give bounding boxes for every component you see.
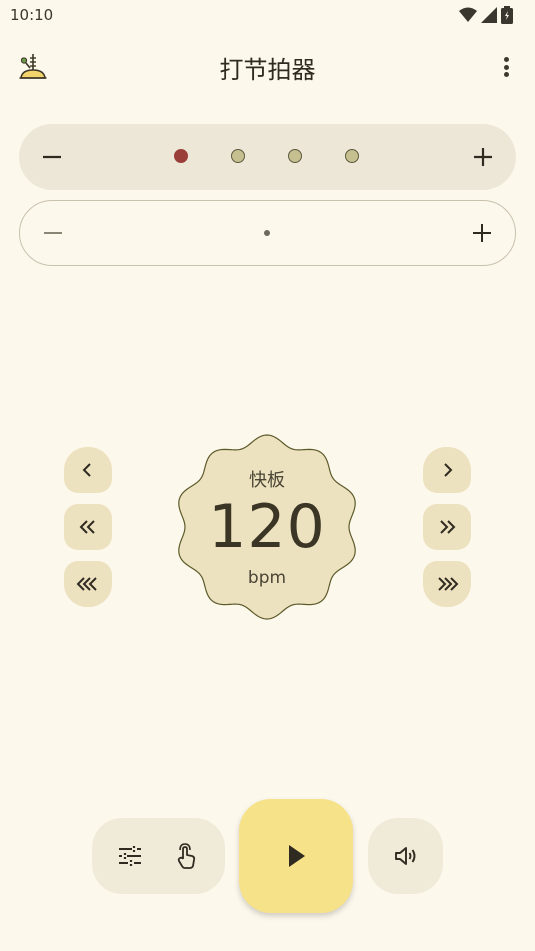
battery-icon — [501, 6, 513, 24]
beat-dot[interactable] — [345, 149, 359, 163]
plus-icon — [474, 148, 492, 166]
more-vert-icon — [504, 57, 509, 62]
tap-icon — [177, 843, 196, 869]
subdivision-selector — [19, 200, 516, 266]
tap-tempo-button[interactable] — [172, 842, 200, 870]
minus-icon — [43, 155, 61, 159]
double-chevron-left-icon — [79, 520, 95, 534]
chevron-right-icon — [444, 463, 453, 477]
tempo-value: 120 — [208, 492, 326, 562]
tempo-unit: bpm — [247, 568, 287, 588]
plus-icon — [473, 224, 491, 242]
wifi-icon — [459, 7, 477, 22]
beat-dot[interactable] — [231, 149, 245, 163]
tempo-dial[interactable]: 快板 120 bpm — [168, 428, 366, 626]
add-beat-button[interactable] — [450, 124, 516, 190]
beat-dot[interactable] — [288, 149, 302, 163]
chevron-left-icon — [82, 463, 91, 477]
triple-chevron-right-icon — [438, 577, 459, 591]
beat-dot-accent[interactable] — [174, 149, 188, 163]
decrease-tempo-5-button[interactable] — [64, 504, 112, 550]
add-subdivision-button[interactable] — [449, 201, 515, 265]
volume-icon — [394, 847, 415, 865]
tune-icon — [119, 846, 141, 866]
app-title: 打节拍器 — [219, 56, 316, 84]
decrease-tempo-10-button[interactable] — [64, 561, 112, 607]
triple-chevron-left-icon — [76, 577, 97, 591]
minus-icon — [44, 232, 62, 234]
play-button[interactable] — [239, 799, 353, 913]
status-bar: 10:10 — [0, 0, 535, 30]
play-icon — [289, 845, 305, 867]
status-time: 10:10 — [10, 6, 54, 24]
increase-tempo-10-button[interactable] — [423, 561, 471, 607]
beats-selector — [19, 124, 516, 190]
subdivision-dot — [264, 230, 270, 236]
cell-signal-icon — [481, 7, 497, 23]
top-app-bar: 打节拍器 — [0, 40, 535, 96]
increase-tempo-5-button[interactable] — [423, 504, 471, 550]
tempo-name: 快板 — [249, 470, 285, 491]
decrease-tempo-1-button[interactable] — [64, 447, 112, 493]
double-chevron-right-icon — [440, 520, 456, 534]
remove-subdivision-button[interactable] — [20, 201, 86, 265]
status-icons — [459, 6, 513, 24]
increase-tempo-1-button[interactable] — [423, 447, 471, 493]
more-options-button[interactable] — [493, 52, 521, 82]
bottom-left-controls — [92, 818, 225, 894]
remove-beat-button[interactable] — [19, 124, 85, 190]
settings-button[interactable] — [116, 842, 144, 870]
sound-button[interactable] — [368, 818, 443, 894]
